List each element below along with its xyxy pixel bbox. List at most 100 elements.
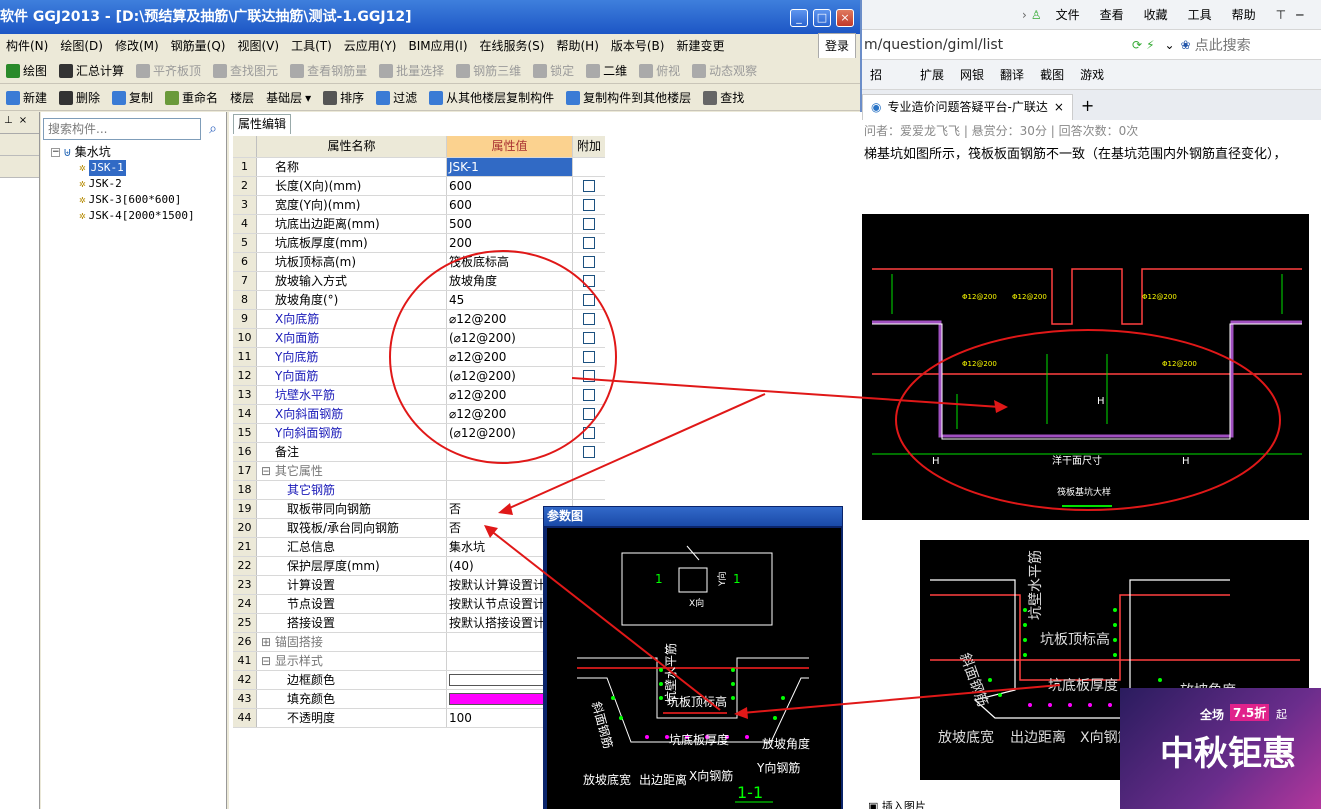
attach-checkbox[interactable]	[583, 389, 595, 401]
table-row[interactable]: 13 坑壁水平筋 ⌀12@200	[233, 386, 605, 405]
menu-item[interactable]: 版本号(B)	[605, 34, 671, 58]
toolbar-button[interactable]: 平齐板顶	[130, 59, 207, 83]
attach-checkbox[interactable]	[583, 275, 595, 287]
chevron-down-icon[interactable]: ▾	[305, 86, 311, 110]
browser-toolbar-item[interactable]: 网银	[952, 66, 992, 83]
menu-item[interactable]: 帮助(H)	[550, 34, 604, 58]
table-row[interactable]: 3 宽度(Y向)(mm) 600	[233, 196, 605, 215]
user-icon[interactable]: ♙	[1027, 8, 1046, 22]
browser-menu-item[interactable]: 帮助	[1222, 6, 1266, 23]
advert-banner[interactable]: 全场 7.5折 起 中秋钜惠	[1120, 688, 1321, 809]
property-value[interactable]: ⌀12@200	[447, 405, 573, 423]
tree-item[interactable]: ✲ JSK-2	[51, 176, 195, 192]
close-button[interactable]: ×	[836, 9, 854, 27]
toolbar-button[interactable]: 过滤	[370, 86, 423, 110]
table-row[interactable]: 6 坑板顶标高(m) 筏板底标高	[233, 253, 605, 272]
menu-item[interactable]: 云应用(Y)	[338, 34, 403, 58]
attach-checkbox[interactable]	[583, 408, 595, 420]
toolbar-button[interactable]: 钢筋三维	[450, 59, 527, 83]
close-icon[interactable]: ×	[13, 115, 27, 126]
dock-row[interactable]	[0, 156, 39, 178]
url-field[interactable]: m/question/giml/list	[862, 37, 1132, 53]
collapse-icon[interactable]: −	[51, 147, 60, 157]
tab-question-page[interactable]: ◉ 专业造价问题答疑平台-广联达 ×	[862, 94, 1073, 120]
expand-icon[interactable]: ⊞	[261, 635, 275, 649]
dock-row[interactable]	[0, 134, 39, 156]
toolbar-button[interactable]: 楼层	[224, 86, 260, 110]
browser-menu-item[interactable]: 收藏	[1134, 6, 1178, 23]
attach-checkbox[interactable]	[583, 256, 595, 268]
attach-checkbox[interactable]	[583, 351, 595, 363]
search-icon[interactable]: ⌕	[203, 118, 223, 140]
pin-icon[interactable]: ⊥	[0, 115, 13, 126]
table-row[interactable]: 16 备注	[233, 443, 605, 462]
refresh-icon[interactable]: ⟳	[1132, 38, 1142, 52]
browser-menu-item[interactable]: 查看	[1090, 6, 1134, 23]
toolbar-button[interactable]: 锁定	[527, 59, 580, 83]
property-value[interactable]: 筏板底标高	[447, 253, 573, 271]
table-row[interactable]: 14 X向斜面钢筋 ⌀12@200	[233, 405, 605, 424]
property-value[interactable]: 45	[447, 291, 573, 309]
menu-item[interactable]: 工具(T)	[285, 34, 338, 58]
toolbar-button[interactable]: 查找图元	[207, 59, 284, 83]
attach-checkbox[interactable]	[583, 199, 595, 211]
property-value[interactable]: JSK-1	[447, 158, 573, 176]
table-row[interactable]: 12 Y向面筋 (⌀12@200)	[233, 367, 605, 386]
menu-item[interactable]: 修改(M)	[109, 34, 165, 58]
toolbar-button[interactable]: 查看钢筋量	[284, 59, 373, 83]
attach-checkbox[interactable]	[583, 180, 595, 192]
menu-item[interactable]: 构件(N)	[0, 34, 54, 58]
lightning-icon[interactable]: ⚡	[1142, 38, 1158, 52]
table-row[interactable]: 18 其它钢筋	[233, 481, 605, 500]
toolbar-button[interactable]: 动态观察	[686, 59, 763, 83]
chevron-down-icon[interactable]: ⌄	[1159, 38, 1181, 52]
menu-item[interactable]: BIM应用(I)	[402, 34, 473, 58]
property-value[interactable]: 500	[447, 215, 573, 233]
attach-checkbox[interactable]	[583, 370, 595, 382]
property-value[interactable]: 200	[447, 234, 573, 252]
menu-item[interactable]: 钢筋量(Q)	[165, 34, 232, 58]
attach-checkbox[interactable]	[583, 446, 595, 458]
table-row[interactable]: 2 长度(X向)(mm) 600	[233, 177, 605, 196]
browser-toolbar-item[interactable]: 截图	[1032, 66, 1072, 83]
property-value[interactable]: 放坡角度	[447, 272, 573, 290]
toolbar-button[interactable]: 排序	[317, 86, 370, 110]
table-row[interactable]: 17 ⊟ 其它属性	[233, 462, 605, 481]
toolbar-button[interactable]: 二维	[580, 59, 633, 83]
search-input[interactable]: 搜索构件...	[43, 118, 201, 140]
property-value[interactable]	[447, 443, 573, 461]
toolbar-button[interactable]: 批量选择	[373, 59, 450, 83]
toolbar-button[interactable]: 复制	[106, 86, 159, 110]
table-row[interactable]: 10 X向面筋 (⌀12@200)	[233, 329, 605, 348]
attach-checkbox[interactable]	[583, 332, 595, 344]
table-row[interactable]: 8 放坡角度(°) 45	[233, 291, 605, 310]
attach-checkbox[interactable]	[583, 427, 595, 439]
table-row[interactable]: 1 名称 JSK-1	[233, 158, 605, 177]
toolbar-button[interactable]: 查找	[697, 86, 750, 110]
toolbar-button[interactable]: 新建	[0, 86, 53, 110]
property-value[interactable]: ⌀12@200	[447, 310, 573, 328]
browser-toolbar-item[interactable]: 游戏	[1072, 66, 1112, 83]
property-value[interactable]: ⌀12@200	[447, 348, 573, 366]
table-row[interactable]: 7 放坡输入方式 放坡角度	[233, 272, 605, 291]
attach-checkbox[interactable]	[583, 313, 595, 325]
login-button[interactable]: 登录	[817, 33, 856, 59]
table-row[interactable]: 15 Y向斜面钢筋 (⌀12@200)	[233, 424, 605, 443]
menu-item[interactable]: 在线服务(S)	[474, 34, 551, 58]
close-tab-icon[interactable]: ×	[1054, 95, 1064, 120]
toolbar-button[interactable]: 绘图	[0, 59, 53, 83]
tree-item[interactable]: ✲ JSK-3[600*600]	[51, 192, 195, 208]
tree-item[interactable]: ✲ JSK-1	[51, 160, 195, 176]
browser-toolbar-item[interactable]: 招	[862, 66, 912, 83]
property-value[interactable]: 600	[447, 177, 573, 195]
property-value[interactable]: (⌀12@200)	[447, 424, 573, 442]
table-row[interactable]: 5 坑底板厚度(mm) 200	[233, 234, 605, 253]
toolbar-button[interactable]: 从其他楼层复制构件	[423, 86, 560, 110]
table-row[interactable]: 4 坑底出边距离(mm) 500	[233, 215, 605, 234]
new-tab-icon[interactable]: +	[1073, 92, 1102, 120]
property-value[interactable]: (⌀12@200)	[447, 329, 573, 347]
tab-property-edit[interactable]: 属性编辑	[233, 114, 292, 134]
minimize-button[interactable]: _	[790, 9, 808, 27]
browser-toolbar-item[interactable]: 翻译	[992, 66, 1032, 83]
table-row[interactable]: 11 Y向底筋 ⌀12@200	[233, 348, 605, 367]
